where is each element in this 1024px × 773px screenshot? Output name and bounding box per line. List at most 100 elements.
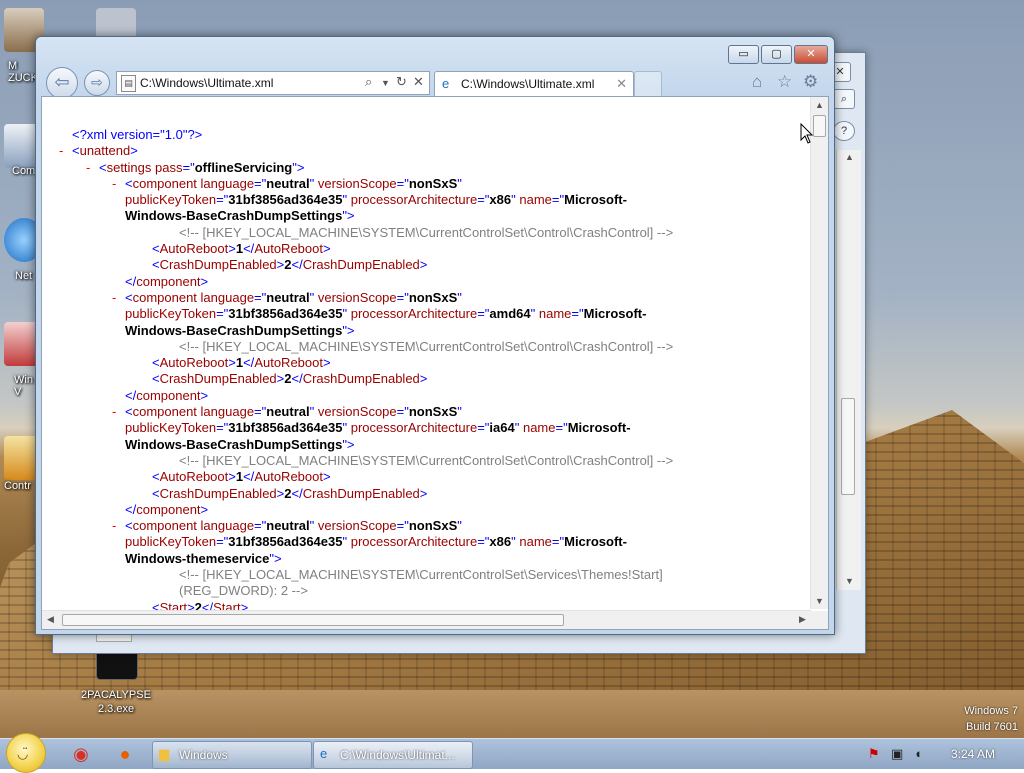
start-button[interactable]: ◡̈ <box>6 733 46 773</box>
taskbar: ◡̈ ◉ ● ▆ Windows e C:\Windows\Ultimat...… <box>0 733 1024 773</box>
registry-comment: <!-- [HKEY_LOCAL_MACHINE\SYSTEM\CurrentC… <box>179 224 674 240</box>
ie-icon: e <box>320 746 328 761</box>
dropdown-arrow-icon[interactable]: ▼ <box>381 78 390 88</box>
refresh-icon[interactable]: ↻ <box>396 74 407 90</box>
network-tray-icon[interactable]: ▣ <box>891 746 903 762</box>
scroll-down-icon[interactable]: ▼ <box>815 596 824 606</box>
chrome-icon[interactable]: ◉ <box>66 742 96 766</box>
ie-icon: e <box>442 76 450 91</box>
xml-declaration: <?xml version="1.0"?> <box>72 127 203 142</box>
component-close: </component> <box>125 501 209 517</box>
autoreboot-element: <AutoReboot>1</AutoReboot> <box>152 469 331 485</box>
component-open: <component language="neutral" versionSco… <box>125 404 462 420</box>
component-open: <component language="neutral" versionSco… <box>125 518 462 534</box>
component-open: <component language="neutral" versionSco… <box>125 175 462 191</box>
xml-viewer[interactable]: <?xml version="1.0"?> - <unattend> - <sett… <box>41 96 829 630</box>
action-center-flag-icon[interactable]: ⚑ <box>868 746 880 762</box>
smiley-icon: ◡̈ <box>17 746 29 761</box>
horizontal-scroll-thumb[interactable] <box>62 614 564 626</box>
folder-icon: ▆ <box>159 746 169 761</box>
tab-close-icon[interactable]: ✕ <box>616 76 627 92</box>
background-scroll-up-icon[interactable]: ▲ <box>845 152 854 162</box>
windows-watermark-2: Build 7601 <box>966 721 1018 733</box>
scroll-corner <box>811 611 828 629</box>
scroll-up-icon[interactable]: ▲ <box>815 100 824 110</box>
collapse-toggle[interactable]: - <box>112 176 116 192</box>
desktop-icon-label-3: Net <box>15 270 33 282</box>
tab-ultimate-xml[interactable]: e C:\Windows\Ultimate.xml ✕ <box>434 71 634 96</box>
desktop: M ZUCK Com Net Win V Contr 2PACALYPSE 2.… <box>0 0 1024 738</box>
xml-document: <?xml version="1.0"?> - <unattend> - <sett… <box>42 127 812 616</box>
background-scroll-thumb[interactable] <box>841 398 855 495</box>
tab-title: C:\Windows\Ultimate.xml <box>461 77 595 91</box>
background-help-icon[interactable]: ? <box>833 121 855 141</box>
settings-gear-icon[interactable]: ⚙ <box>803 72 818 92</box>
address-bar[interactable]: ▤ C:\Windows\Ultimate.xml ⌕ ▼ ↻ ✕ <box>116 71 430 95</box>
ie-window[interactable]: ▭ ▢ ✕ ⇦ ⇨ ▤ C:\Windows\Ultimate.xml ⌕ ▼ … <box>35 36 835 635</box>
component-attrs: publicKeyToken="31bf3856ad364e35" proces… <box>125 192 627 208</box>
collapse-toggle[interactable]: - <box>59 143 63 159</box>
volume-icon[interactable]: ◖ <box>914 746 922 761</box>
registry-comment-cont: (REG_DWORD): 2 --> <box>179 583 308 599</box>
background-scroll-down-icon[interactable]: ▼ <box>845 576 854 586</box>
firefox-icon[interactable]: ● <box>110 742 140 766</box>
registry-comment: <!-- [HKEY_LOCAL_MACHINE\SYSTEM\CurrentC… <box>179 567 663 583</box>
taskbar-item-label: Windows <box>179 748 228 762</box>
favorites-star-icon[interactable]: ☆ <box>777 72 792 92</box>
scroll-right-icon[interactable]: ▶ <box>799 614 806 625</box>
back-button[interactable]: ⇦ <box>46 67 78 99</box>
maximize-button[interactable]: ▢ <box>761 45 792 64</box>
exe-label-2: 2.3.exe <box>98 703 135 715</box>
background-window-control[interactable] <box>96 634 132 642</box>
forward-button[interactable]: ⇨ <box>84 70 110 96</box>
collapse-toggle[interactable]: - <box>112 290 116 306</box>
collapse-toggle[interactable]: - <box>86 160 90 176</box>
taskbar-item-windows[interactable]: ▆ Windows <box>152 741 312 769</box>
autoreboot-element: <AutoReboot>1</AutoReboot> <box>152 355 331 371</box>
page-icon: ▤ <box>121 75 136 92</box>
registry-comment: <!-- [HKEY_LOCAL_MACHINE\SYSTEM\CurrentC… <box>179 338 674 354</box>
component-name: Windows-BaseCrashDumpSettings"> <box>125 322 355 338</box>
desktop-icon-label-1: M ZUCK <box>8 60 38 84</box>
component-attrs: publicKeyToken="31bf3856ad364e35" proces… <box>125 420 631 436</box>
component-close: </component> <box>125 387 209 403</box>
component-attrs: publicKeyToken="31bf3856ad364e35" proces… <box>125 534 627 550</box>
component-open: <component language="neutral" versionSco… <box>125 289 462 305</box>
registry-comment: <!-- [HKEY_LOCAL_MACHINE\SYSTEM\CurrentC… <box>179 452 674 468</box>
crashdump-element: <CrashDumpEnabled>2</CrashDumpEnabled> <box>152 257 428 273</box>
stop-icon[interactable]: ✕ <box>413 74 424 90</box>
close-button[interactable]: ✕ <box>794 45 828 64</box>
crashdump-element: <CrashDumpEnabled>2</CrashDumpEnabled> <box>152 485 428 501</box>
unattend-open: <unattend> <box>72 143 138 159</box>
background-scrollbar[interactable]: ▲ ▼ <box>836 150 861 590</box>
component-name: Windows-BaseCrashDumpSettings"> <box>125 208 355 224</box>
crashdump-element: <CrashDumpEnabled>2</CrashDumpEnabled> <box>152 371 428 387</box>
desktop-icon-label-2: Com <box>12 165 36 177</box>
exe-label-1: 2PACALYPSE <box>81 689 151 701</box>
search-icon[interactable]: ⌕ <box>365 74 372 90</box>
ground-wallpaper <box>0 690 1024 738</box>
collapse-toggle[interactable]: - <box>112 518 116 534</box>
minimize-button[interactable]: ▭ <box>728 45 759 64</box>
vertical-scroll-thumb[interactable] <box>813 115 826 137</box>
new-tab-button[interactable] <box>634 71 662 96</box>
desktop-icon-label-5: Contr <box>4 480 31 492</box>
clock[interactable]: 3:24 AM <box>951 747 995 761</box>
desktop-icon-label-4: Win V <box>14 374 33 398</box>
horizontal-scrollbar[interactable]: ◀ ▶ <box>42 610 811 629</box>
taskbar-item-ie[interactable]: e C:\Windows\Ultimat... <box>313 741 473 769</box>
background-search-icon[interactable]: ⌕ <box>833 89 855 109</box>
autoreboot-element: <AutoReboot>1</AutoReboot> <box>152 241 331 257</box>
scroll-left-icon[interactable]: ◀ <box>47 614 54 625</box>
component-name: Windows-BaseCrashDumpSettings"> <box>125 436 355 452</box>
address-text[interactable]: C:\Windows\Ultimate.xml <box>140 76 273 90</box>
mouse-cursor-icon <box>800 123 814 144</box>
settings-open: <settings pass="offlineServicing"> <box>99 159 305 175</box>
component-name: Windows-themeservice"> <box>125 550 282 566</box>
windows-watermark-1: Windows 7 <box>964 705 1018 717</box>
vertical-scrollbar[interactable]: ▲ ▼ <box>810 97 828 609</box>
collapse-toggle[interactable]: - <box>112 404 116 420</box>
component-close: </component> <box>125 273 209 289</box>
taskbar-item-label: C:\Windows\Ultimat... <box>340 748 455 762</box>
home-icon[interactable]: ⌂ <box>752 72 762 92</box>
